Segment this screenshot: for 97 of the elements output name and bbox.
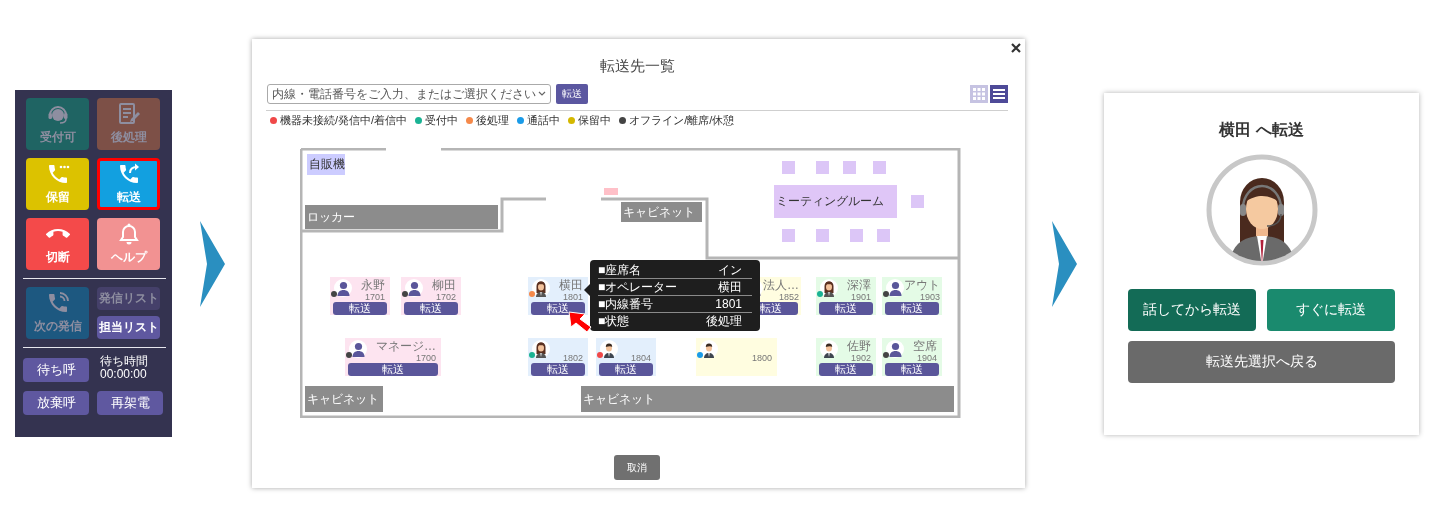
legend-label: 受付中 <box>425 114 459 127</box>
person-silhouette-icon <box>405 279 423 297</box>
seat-name: マネージ… <box>376 340 436 353</box>
panel-title: 横田 へ転送 <box>1219 119 1304 140</box>
seat-name: 法人… <box>763 279 799 292</box>
tooltip-label: ■状態 <box>598 314 630 328</box>
list-view-button[interactable] <box>990 85 1008 103</box>
select-field[interactable]: 内線・電話番号をご入力、またはご選択ください <box>267 84 551 104</box>
extension-number: 1804 <box>630 353 651 363</box>
transfer-option-button[interactable]: すぐに転送 <box>1267 288 1395 331</box>
cabinet: キャビネット <box>581 386 954 412</box>
transfer-button[interactable]: 転送 <box>885 302 939 315</box>
meeting-room: ミーティングルーム <box>774 185 897 218</box>
tooltip-label: ■オペレーター <box>598 280 678 294</box>
grid-icon <box>973 88 985 100</box>
tooltip-value: イン <box>718 263 742 277</box>
extension-number: 1904 <box>916 353 937 363</box>
man-avatar-icon <box>820 340 838 358</box>
pointer-arrow-icon <box>568 311 592 333</box>
man-avatar-icon <box>600 340 618 358</box>
list-icon <box>993 88 1005 100</box>
transfer-option-button[interactable]: 話してから転送 <box>1128 288 1256 331</box>
seat-name: 深澤 <box>847 279 871 292</box>
bell-icon <box>116 222 141 246</box>
woman-avatar-icon <box>820 279 838 297</box>
extension-number: 1852 <box>778 292 799 302</box>
queue-button[interactable]: 放棄呼 <box>23 391 89 415</box>
chair <box>816 229 829 242</box>
person-silhouette-icon <box>886 279 904 297</box>
chair <box>782 229 795 242</box>
vending-machine: 自販機 <box>307 154 345 175</box>
document-pencil-icon <box>116 102 141 126</box>
queue-button[interactable]: 待ち呼 <box>23 358 89 382</box>
person-silhouette-icon <box>349 340 367 358</box>
tooltip-label: ■座席名 <box>598 263 642 277</box>
chair <box>816 161 829 174</box>
transfer-button[interactable]: 転送 <box>404 302 458 315</box>
legend-label: 機器未接続/発信中/着信中 <box>280 114 408 127</box>
seat-name: 空席 <box>913 340 937 353</box>
transfer-button[interactable]: 転送 <box>599 363 653 376</box>
cancel-button[interactable]: 取消 <box>614 455 660 480</box>
wait-time-label: 待ち時間 <box>100 355 149 368</box>
transfer-button[interactable]: 転送 <box>531 302 585 315</box>
transfer-button[interactable]: 転送 <box>531 363 585 376</box>
extension-number: 1701 <box>364 292 385 302</box>
chevron-icon <box>200 220 225 307</box>
dialog-title: 転送先一覧 <box>599 56 675 76</box>
seat-name: 横田 <box>559 279 583 292</box>
cabinet: キャビネット <box>305 386 383 412</box>
chair <box>843 161 856 174</box>
transfer-button[interactable]: 転送 <box>819 302 873 315</box>
tooltip-value: 1801 <box>715 297 742 311</box>
legend-label: 後処理 <box>476 114 510 127</box>
man-avatar-icon <box>700 340 718 358</box>
chair <box>911 195 924 208</box>
seat-name: 柳田 <box>432 279 456 292</box>
chevron-icon <box>1052 220 1077 307</box>
queue-button[interactable]: 再架電 <box>97 391 163 415</box>
extension-number: 1702 <box>435 292 456 302</box>
seat-name: 永野 <box>361 279 385 292</box>
transfer-button[interactable]: 転送 <box>333 302 387 315</box>
wait-time-value: 00:00:00 <box>100 368 148 381</box>
extension-number: 1700 <box>415 353 436 363</box>
marker <box>604 188 618 195</box>
list-button[interactable]: 担当リスト <box>97 316 160 339</box>
chair <box>873 161 886 174</box>
extension-number: 1903 <box>919 292 940 302</box>
person-silhouette-icon <box>334 279 352 297</box>
transfer-button[interactable]: 転送 <box>819 363 873 376</box>
extension-number: 1802 <box>562 353 583 363</box>
extension-number: 1901 <box>850 292 871 302</box>
cabinet: キャビネット <box>621 202 702 222</box>
person-silhouette-icon <box>886 340 904 358</box>
chair <box>782 161 795 174</box>
close-icon[interactable] <box>1011 43 1021 53</box>
woman-avatar-icon <box>532 340 550 358</box>
locker: ロッカー <box>305 205 498 229</box>
chair <box>850 229 863 242</box>
transfer-button[interactable]: 転送 <box>885 363 939 376</box>
seat-name: アウト <box>904 279 940 292</box>
extension-number: 1902 <box>850 353 871 363</box>
extension-number: 1800 <box>751 353 772 363</box>
back-button[interactable]: 転送先選択へ戻る <box>1128 340 1395 383</box>
transfer-button[interactable]: 転送 <box>556 84 588 104</box>
chair <box>877 229 890 242</box>
tooltip-value: 後処理 <box>706 314 742 328</box>
chevron-down-icon <box>538 91 546 97</box>
transfer-button[interactable]: 転送 <box>348 363 438 376</box>
tooltip-label: ■内線番号 <box>598 297 654 311</box>
seat-name: 佐野 <box>847 340 871 353</box>
tooltip-value: 横田 <box>718 280 742 294</box>
woman-avatar-icon <box>532 279 550 297</box>
legend-label: 保留中 <box>578 114 612 127</box>
action-button[interactable]: 切断 <box>26 218 89 270</box>
legend-label: オフライン/離席/休憩 <box>629 114 735 127</box>
legend-label: 通話中 <box>527 114 561 127</box>
extension-number: 1801 <box>562 292 583 302</box>
